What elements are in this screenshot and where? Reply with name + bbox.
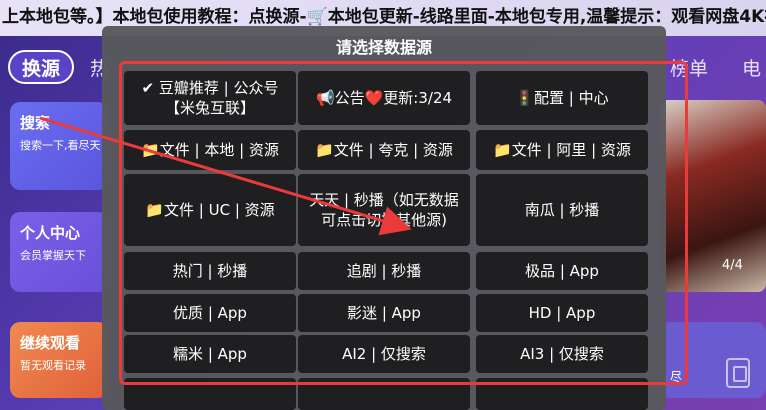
source-option[interactable]: 极品 | App: [476, 252, 648, 290]
continue-watching-card[interactable]: 继续观看 暂无观看记录: [10, 322, 108, 398]
user-center-title: 个人中心: [20, 224, 81, 242]
source-select-dialog: 请选择数据源 ✔ 豆瓣推荐 | 公众号【米兔互联】 📢公告❤️更新:3/24 🚦…: [102, 26, 666, 410]
source-option[interactable]: 📁文件 | 阿里 | 资源: [476, 130, 648, 170]
nav-item-ranking[interactable]: 榜单: [670, 54, 708, 81]
source-option[interactable]: [476, 378, 648, 410]
tv-icon: [726, 358, 750, 388]
search-card-subtitle: 搜索一下,看尽天: [20, 139, 101, 152]
source-option[interactable]: AI2 | 仅搜索: [298, 335, 470, 373]
source-grid: ✔ 豆瓣推荐 | 公众号【米兔互联】 📢公告❤️更新:3/24 🚦配置 | 中心…: [102, 26, 666, 410]
source-option[interactable]: 影迷 | App: [298, 294, 470, 332]
featured-poster[interactable]: [660, 100, 766, 292]
nav-item-tv[interactable]: 电: [742, 54, 761, 81]
user-center-card[interactable]: 个人中心 会员掌握天下: [10, 212, 108, 292]
source-option[interactable]: 📢公告❤️更新:3/24: [298, 71, 470, 125]
search-card-title: 搜索: [20, 114, 51, 132]
source-option[interactable]: 📁文件 | 本地 | 资源: [124, 130, 296, 170]
source-option[interactable]: 追剧 | 秒播: [298, 252, 470, 290]
source-option[interactable]: 优质 | App: [124, 294, 296, 332]
source-option[interactable]: 📁文件 | 夸克 | 资源: [298, 130, 470, 170]
source-option[interactable]: 📁文件 | UC | 资源: [124, 174, 296, 246]
source-option[interactable]: 天天 | 秒播（如无数据可点击切换其他源): [298, 174, 470, 246]
switch-source-button[interactable]: 换源: [8, 50, 74, 84]
source-option[interactable]: 南瓜 | 秒播: [476, 174, 648, 246]
search-card[interactable]: 搜索 搜索一下,看尽天: [10, 102, 108, 190]
source-option[interactable]: AI3 | 仅搜索: [476, 335, 648, 373]
right-shortcut-label: 尽: [670, 370, 683, 384]
right-shortcut-card[interactable]: 尽: [660, 322, 766, 398]
source-option[interactable]: ✔ 豆瓣推荐 | 公众号【米兔互联】: [124, 71, 296, 125]
source-option[interactable]: [298, 378, 470, 410]
source-option[interactable]: 热门 | 秒播: [124, 252, 296, 290]
continue-watching-title: 继续观看: [20, 334, 81, 352]
user-center-subtitle: 会员掌握天下: [20, 249, 86, 262]
source-option[interactable]: [124, 378, 296, 410]
source-option[interactable]: 🚦配置 | 中心: [476, 71, 648, 125]
source-option[interactable]: 糯米 | App: [124, 335, 296, 373]
source-option[interactable]: HD | App: [476, 294, 648, 332]
continue-watching-subtitle: 暂无观看记录: [20, 359, 86, 372]
poster-counter: 4/4: [722, 258, 743, 273]
